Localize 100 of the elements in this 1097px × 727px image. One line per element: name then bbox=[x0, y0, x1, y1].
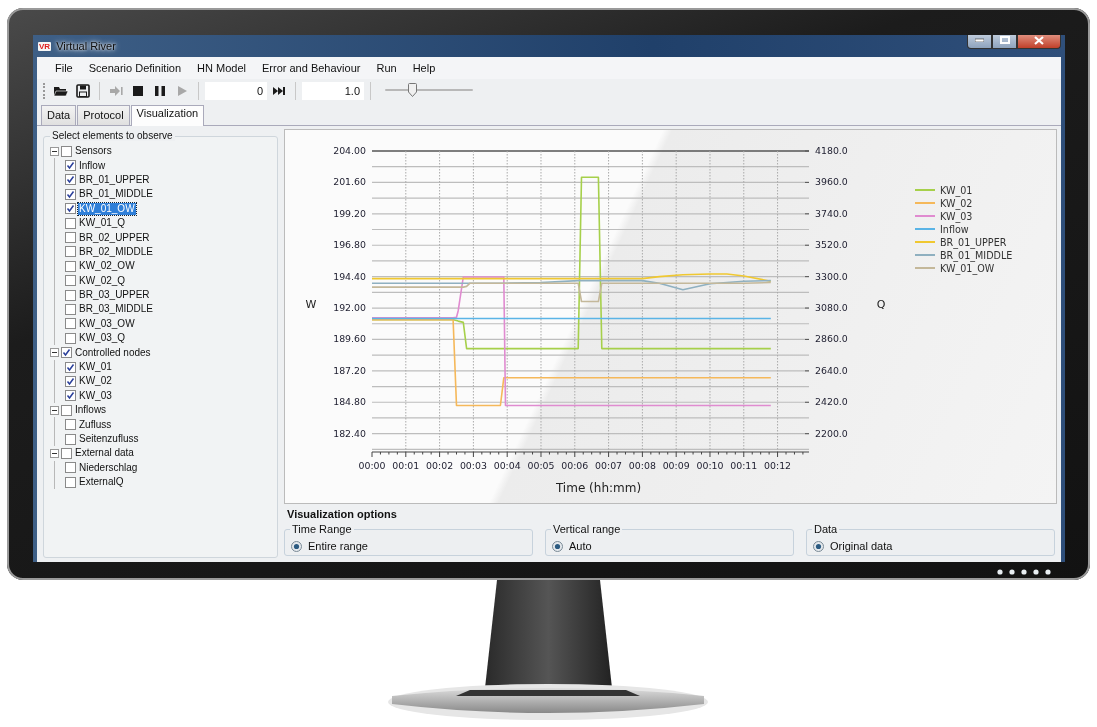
checkbox[interactable] bbox=[65, 462, 76, 474]
radio-button[interactable] bbox=[552, 540, 563, 552]
tree-item-label[interactable]: KW_02_Q bbox=[78, 274, 127, 287]
checkbox[interactable] bbox=[65, 174, 76, 186]
checkbox[interactable] bbox=[65, 433, 76, 445]
axis-tick-label: 00:01 bbox=[392, 460, 420, 471]
checkbox[interactable] bbox=[65, 289, 76, 301]
tree-item-label[interactable]: KW_02 bbox=[78, 375, 113, 388]
checkbox[interactable] bbox=[65, 390, 76, 402]
tree-item-label[interactable]: KW_03 bbox=[78, 389, 113, 402]
tree-item-label[interactable]: Controlled nodes bbox=[74, 346, 152, 359]
tree-item-label[interactable]: KW_03_OW bbox=[78, 317, 136, 330]
maximize-button[interactable] bbox=[992, 35, 1017, 49]
close-button[interactable] bbox=[1017, 35, 1061, 49]
tab[interactable]: Protocol bbox=[77, 105, 130, 125]
radio-button[interactable] bbox=[813, 540, 824, 552]
menu-item[interactable]: Scenario Definition bbox=[80, 60, 190, 76]
checkbox[interactable] bbox=[65, 188, 76, 200]
checkbox[interactable] bbox=[65, 246, 76, 258]
option-label: Auto bbox=[569, 540, 592, 552]
axis-tick-label: 204.00 bbox=[333, 145, 366, 156]
tree-item-label[interactable]: Zufluss bbox=[78, 418, 113, 431]
slider-track[interactable] bbox=[385, 83, 473, 99]
tree-item-label[interactable]: BR_01_UPPER bbox=[78, 173, 151, 186]
axis-tick-label: 00:07 bbox=[595, 460, 623, 471]
checkbox[interactable] bbox=[65, 260, 76, 272]
checkbox[interactable] bbox=[61, 447, 72, 459]
checkbox[interactable] bbox=[65, 217, 76, 229]
checkbox[interactable] bbox=[65, 361, 76, 373]
menu-item[interactable]: File bbox=[47, 60, 81, 76]
checkbox[interactable] bbox=[65, 203, 76, 215]
number-field[interactable]: 1.0 bbox=[302, 82, 364, 100]
checkbox[interactable] bbox=[61, 404, 72, 416]
tree-item-label[interactable]: ExternalQ bbox=[78, 476, 125, 489]
axis-tick-label: 192.00 bbox=[333, 302, 366, 314]
checkbox[interactable] bbox=[65, 160, 76, 172]
tree-item-label[interactable]: Inflow bbox=[78, 159, 107, 172]
menu-item[interactable]: Run bbox=[368, 60, 405, 76]
checkbox[interactable] bbox=[65, 419, 76, 431]
axis-tick-label: 00:10 bbox=[696, 460, 724, 471]
tree-item-label[interactable]: Seitenzufluss bbox=[78, 433, 140, 445]
radio-button[interactable] bbox=[291, 540, 302, 552]
axis-tick-label: 2860.0 bbox=[815, 333, 848, 345]
checkbox[interactable] bbox=[61, 145, 72, 157]
tree-item-label[interactable]: BR_02_UPPER bbox=[78, 231, 151, 244]
checkbox[interactable] bbox=[65, 318, 76, 330]
axis-tick-label: 194.40 bbox=[333, 270, 366, 282]
collapse-icon[interactable] bbox=[50, 448, 59, 458]
axis-tick-label: 00:03 bbox=[459, 460, 487, 471]
collapse-icon[interactable] bbox=[50, 405, 59, 415]
tree-item-label[interactable]: Inflows bbox=[74, 404, 108, 417]
axis-tick-label: 4180.0 bbox=[815, 145, 848, 156]
axis-tick-label: 184.80 bbox=[333, 396, 366, 408]
number-field[interactable]: 0 bbox=[205, 82, 267, 100]
checkbox[interactable] bbox=[65, 476, 76, 488]
axis-tick-label: 196.80 bbox=[333, 239, 366, 251]
tree-item-label[interactable]: KW_03_Q bbox=[78, 332, 127, 345]
step-arrow-icon bbox=[109, 85, 123, 97]
axis-tick-label: 3080.0 bbox=[815, 302, 848, 314]
slider-thumb[interactable] bbox=[408, 83, 418, 97]
tree-item-label[interactable]: External data bbox=[74, 447, 135, 460]
minimize-icon bbox=[975, 38, 984, 42]
tree-item-label[interactable]: KW_01_Q bbox=[78, 217, 127, 230]
checkbox[interactable] bbox=[65, 304, 76, 315]
menu-item[interactable]: Error and Behaviour bbox=[254, 60, 369, 76]
axis-tick-label: 3960.0 bbox=[815, 176, 848, 188]
axis-tick-label: 182.40 bbox=[333, 427, 366, 439]
legend-label: KW_01 bbox=[940, 184, 973, 196]
checkbox[interactable] bbox=[65, 332, 76, 344]
axis-tick-label: 3740.0 bbox=[815, 207, 848, 219]
skip-to-end-icon bbox=[272, 86, 286, 96]
stop-icon bbox=[132, 85, 144, 97]
tab[interactable]: Data bbox=[41, 105, 77, 125]
tree-item-label[interactable]: Niederschlag bbox=[78, 461, 139, 474]
tree-item-label[interactable]: BR_03_MIDDLE bbox=[78, 303, 154, 316]
tree-item-label[interactable]: BR_01_MIDDLE bbox=[78, 188, 154, 201]
group-title: Data bbox=[812, 523, 840, 535]
tree-item-label[interactable]: KW_01 bbox=[78, 361, 113, 374]
menu-item[interactable]: HN Model bbox=[189, 60, 254, 76]
group-title: Vertical range bbox=[551, 523, 623, 535]
menu-item[interactable]: Help bbox=[404, 60, 444, 76]
open-folder-icon bbox=[53, 84, 69, 98]
collapse-icon[interactable] bbox=[50, 146, 59, 156]
minimize-button[interactable] bbox=[967, 35, 992, 49]
tree-item-label[interactable]: BR_03_UPPER bbox=[78, 289, 151, 302]
tree-item-label[interactable]: KW_01_OW bbox=[78, 202, 136, 215]
tree-item-label[interactable]: KW_02_OW bbox=[78, 260, 136, 273]
tree-item-label[interactable]: Sensors bbox=[74, 145, 113, 158]
checkbox[interactable] bbox=[65, 375, 76, 387]
save-button[interactable] bbox=[73, 81, 93, 101]
legend-label: KW_01_OW bbox=[940, 262, 995, 274]
checkbox[interactable] bbox=[61, 347, 72, 359]
collapse-icon[interactable] bbox=[50, 348, 59, 358]
checkbox[interactable] bbox=[65, 232, 76, 244]
checkbox[interactable] bbox=[65, 275, 76, 287]
tab[interactable]: Visualization bbox=[130, 105, 205, 126]
legend-label: KW_02 bbox=[940, 197, 973, 209]
window-title: Virtual River bbox=[56, 40, 116, 52]
group-title: Time Range bbox=[290, 523, 354, 535]
tree-item-label[interactable]: BR_02_MIDDLE bbox=[78, 245, 154, 258]
